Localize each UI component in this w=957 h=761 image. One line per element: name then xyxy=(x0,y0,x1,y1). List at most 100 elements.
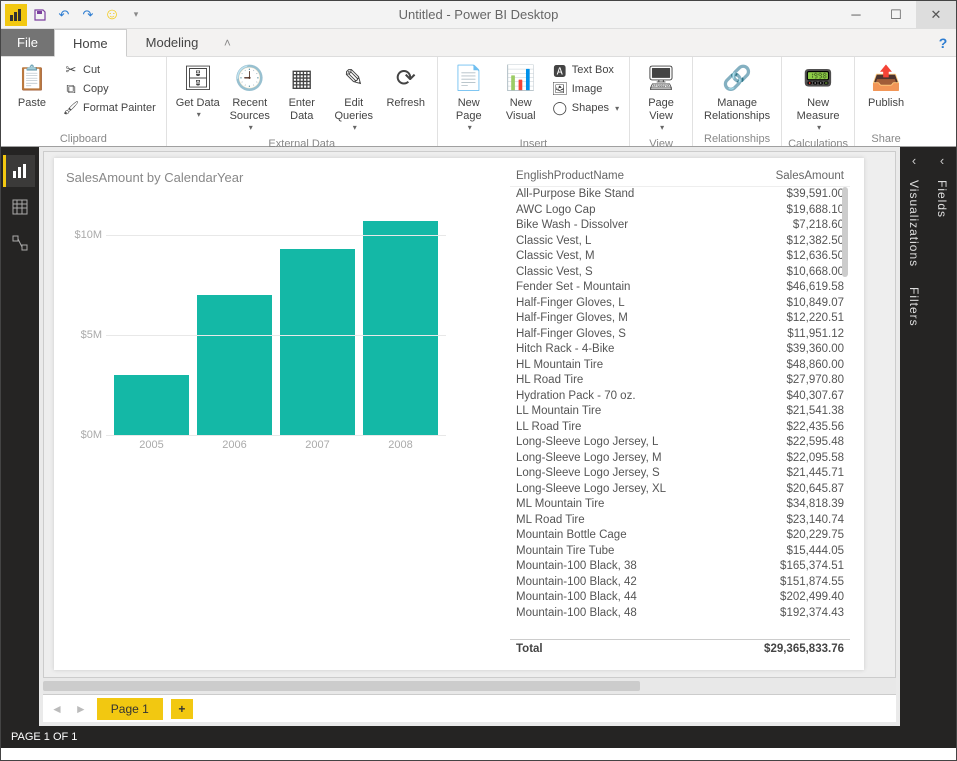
table-row[interactable]: Classic Vest, S$10,668.00 xyxy=(510,265,850,281)
cell-product: Mountain-100 Black, 48 xyxy=(516,606,734,622)
table-row[interactable]: LL Road Tire$22,435.56 xyxy=(510,420,850,436)
cell-amount: $21,541.38 xyxy=(734,404,844,420)
maximize-button[interactable]: ☐ xyxy=(876,1,916,29)
canvas-h-scrollbar[interactable] xyxy=(43,678,896,694)
cell-product: Fender Set - Mountain xyxy=(516,280,734,296)
table-row[interactable]: Mountain Bottle Cage$20,229.75 xyxy=(510,528,850,544)
refresh-button[interactable]: ⟳Refresh xyxy=(381,59,431,114)
report-view-button[interactable] xyxy=(3,155,35,187)
page-tab-1[interactable]: Page 1 xyxy=(97,698,163,720)
table-row[interactable]: Classic Vest, M$12,636.50 xyxy=(510,249,850,265)
visualizations-pane[interactable]: ‹ Visualizations Filters xyxy=(900,147,928,726)
shapes-button[interactable]: ◯Shapes▾ xyxy=(548,99,623,117)
bar[interactable] xyxy=(280,249,355,435)
cell-product: Mountain-100 Black, 42 xyxy=(516,575,734,591)
table-row[interactable]: Mountain-100 Black, 38$165,374.51 xyxy=(510,559,850,575)
table-row[interactable]: HL Road Tire$27,970.80 xyxy=(510,373,850,389)
table-row[interactable]: LL Mountain Tire$21,541.38 xyxy=(510,404,850,420)
cell-amount: $165,374.51 xyxy=(734,559,844,575)
bar-chart-visual[interactable]: SalesAmount by CalendarYear $0M$5M$10M 2… xyxy=(66,170,466,475)
cell-product: Long-Sleeve Logo Jersey, M xyxy=(516,451,734,467)
bar[interactable] xyxy=(363,221,438,435)
publish-button[interactable]: 📤Publish xyxy=(861,59,911,114)
table-visual[interactable]: EnglishProductName SalesAmount All-Purpo… xyxy=(510,168,850,658)
smiley-icon[interactable]: ☺ xyxy=(101,4,123,26)
table-row[interactable]: Long-Sleeve Logo Jersey, S$21,445.71 xyxy=(510,466,850,482)
table-row[interactable]: Fender Set - Mountain$46,619.58 xyxy=(510,280,850,296)
table-scrollbar[interactable] xyxy=(840,187,850,639)
table-row[interactable]: Hitch Rack - 4-Bike$39,360.00 xyxy=(510,342,850,358)
new-measure-button[interactable]: 📟New Measure▾ xyxy=(788,59,848,137)
app-icon[interactable] xyxy=(5,4,27,26)
page-next-icon[interactable]: ► xyxy=(73,702,89,716)
bar[interactable] xyxy=(114,375,189,435)
table-row[interactable]: All-Purpose Bike Stand$39,591.00 xyxy=(510,187,850,203)
table-row[interactable]: Long-Sleeve Logo Jersey, XL$20,645.87 xyxy=(510,482,850,498)
page-prev-icon[interactable]: ◄ xyxy=(49,702,65,716)
page-view-button[interactable]: 🖥Page View▾ xyxy=(636,59,686,137)
file-tab[interactable]: File xyxy=(1,29,54,56)
table-row[interactable]: ML Road Tire$23,140.74 xyxy=(510,513,850,529)
data-view-button[interactable] xyxy=(4,191,36,223)
collapse-ribbon-icon[interactable]: ˄ xyxy=(217,29,237,56)
table-row[interactable]: Bike Wash - Dissolver$7,218.60 xyxy=(510,218,850,234)
table-row[interactable]: AWC Logo Cap$19,688.10 xyxy=(510,203,850,219)
cut-button[interactable]: ✂Cut xyxy=(59,61,160,79)
database-icon: 🗄 xyxy=(182,63,214,95)
recent-icon: 🕘 xyxy=(234,63,266,95)
manage-relationships-button[interactable]: 🔗Manage Relationships xyxy=(699,59,775,127)
textbox-button[interactable]: 🅰Text Box xyxy=(548,61,623,79)
home-tab[interactable]: Home xyxy=(54,29,127,57)
table-row[interactable]: Long-Sleeve Logo Jersey, M$22,095.58 xyxy=(510,451,850,467)
report-canvas[interactable]: SalesAmount by CalendarYear $0M$5M$10M 2… xyxy=(54,158,864,670)
minimize-button[interactable]: ─ xyxy=(836,1,876,29)
table-row[interactable]: Mountain-100 Black, 42$151,874.55 xyxy=(510,575,850,591)
calculator-icon: 📟 xyxy=(802,63,834,95)
enter-data-button[interactable]: ▦Enter Data xyxy=(277,59,327,127)
table-row[interactable]: Half-Finger Gloves, M$12,220.51 xyxy=(510,311,850,327)
col-product[interactable]: EnglishProductName xyxy=(516,170,734,182)
new-visual-button[interactable]: 📊New Visual xyxy=(496,59,546,127)
format-painter-button[interactable]: 🖌Format Painter xyxy=(59,99,160,117)
undo-icon[interactable]: ↶ xyxy=(53,4,75,26)
chevron-down-icon: ▾ xyxy=(817,123,821,133)
view-icon: 🖥 xyxy=(645,63,677,95)
fields-pane[interactable]: ‹ Fields xyxy=(928,147,956,726)
paste-button[interactable]: 📋 Paste xyxy=(7,59,57,114)
recent-sources-button[interactable]: 🕘Recent Sources▾ xyxy=(225,59,275,137)
image-button[interactable]: 🖼Image xyxy=(548,80,623,98)
table-row[interactable]: Mountain-100 Black, 44$202,499.40 xyxy=(510,590,850,606)
total-label: Total xyxy=(516,643,734,655)
table-row[interactable]: Long-Sleeve Logo Jersey, L$22,595.48 xyxy=(510,435,850,451)
bar[interactable] xyxy=(197,295,272,435)
add-page-button[interactable]: + xyxy=(171,699,193,719)
table-row[interactable]: ML Mountain Tire$34,818.39 xyxy=(510,497,850,513)
workspace: SalesAmount by CalendarYear $0M$5M$10M 2… xyxy=(1,147,956,726)
canvas-scroll[interactable]: SalesAmount by CalendarYear $0M$5M$10M 2… xyxy=(43,151,896,678)
table-row[interactable]: Classic Vest, L$12,382.50 xyxy=(510,234,850,250)
col-amount[interactable]: SalesAmount xyxy=(734,170,844,182)
save-icon[interactable] xyxy=(29,4,51,26)
table-row[interactable]: Half-Finger Gloves, L$10,849.07 xyxy=(510,296,850,312)
qat-dropdown-icon[interactable]: ▾ xyxy=(125,4,147,26)
model-view-button[interactable] xyxy=(4,227,36,259)
redo-icon[interactable]: ↷ xyxy=(77,4,99,26)
new-page-button[interactable]: 📄New Page▾ xyxy=(444,59,494,137)
copy-button[interactable]: ⧉Copy xyxy=(59,80,160,98)
cell-amount: $12,382.50 xyxy=(734,234,844,250)
close-button[interactable]: ✕ xyxy=(916,1,956,29)
table-row[interactable]: Mountain Tire Tube$15,444.05 xyxy=(510,544,850,560)
cell-amount: $202,499.40 xyxy=(734,590,844,606)
cell-product: HL Road Tire xyxy=(516,373,734,389)
table-row[interactable]: Mountain-100 Black, 48$192,374.43 xyxy=(510,606,850,622)
help-icon[interactable]: ? xyxy=(930,29,956,56)
cell-product: Hitch Rack - 4-Bike xyxy=(516,342,734,358)
modeling-tab[interactable]: Modeling xyxy=(127,29,218,56)
get-data-button[interactable]: 🗄Get Data▾ xyxy=(173,59,223,124)
cell-product: Hydration Pack - 70 oz. xyxy=(516,389,734,405)
table-row[interactable]: Half-Finger Gloves, S$11,951.12 xyxy=(510,327,850,343)
table-row[interactable]: Hydration Pack - 70 oz.$40,307.67 xyxy=(510,389,850,405)
group-label: Share xyxy=(861,132,911,146)
edit-queries-button[interactable]: ✎Edit Queries▾ xyxy=(329,59,379,137)
table-row[interactable]: HL Mountain Tire$48,860.00 xyxy=(510,358,850,374)
